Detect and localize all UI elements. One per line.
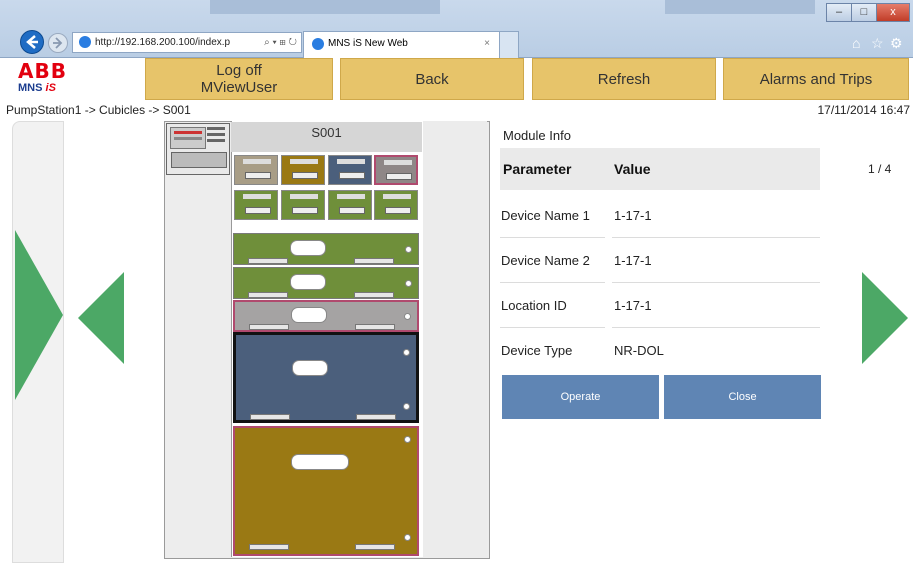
back-button[interactable]: Back [340,58,524,100]
logoff-label: Log off [216,62,262,79]
browser-forward-button[interactable] [48,33,68,53]
operate-button[interactable]: Operate [502,375,659,419]
alarms-and-trips-button[interactable]: Alarms and Trips [723,58,909,100]
browser-back-button[interactable] [20,30,44,54]
address-tools[interactable]: ⌕ ▾ ⊞ ↻ [264,33,297,52]
drawer-module[interactable] [233,233,419,265]
row-divider [612,282,820,283]
browser-chrome: http://192.168.200.100/index.p ⌕ ▾ ⊞ ↻ M… [0,0,913,58]
logoff-user: MViewUser [200,79,278,96]
new-tab-button[interactable] [499,31,519,58]
close-button[interactable]: Close [664,375,821,419]
taskbar-strip [665,0,815,14]
cubicle-title: S001 [231,122,422,152]
home-icon[interactable]: ⌂ [852,35,860,51]
page-indicator: 1 / 4 [868,162,892,176]
address-bar[interactable]: http://192.168.200.100/index.p ⌕ ▾ ⊞ ↻ [72,32,302,53]
row-divider [612,327,820,328]
product-logo: MNS iS [18,81,78,95]
module-tile[interactable] [234,190,278,220]
param-name: Device Name 1 [501,208,590,223]
back-arrow-icon [26,35,38,49]
controller-io [171,152,227,168]
controller-unit[interactable] [166,123,230,175]
param-name: Device Name 2 [501,253,590,268]
param-name: Location ID [501,298,567,313]
param-value: 1-17-1 [614,208,652,223]
module-tile[interactable] [281,190,325,220]
timestamp: 17/11/2014 16:47 [817,103,910,117]
column-header-value: Value [614,161,651,177]
drawer-module[interactable] [233,300,419,332]
favorites-icon[interactable]: ☆ [871,35,884,52]
module-tile[interactable] [328,155,372,185]
module-tile[interactable] [328,190,372,220]
drawer-module[interactable] [233,426,419,556]
drawer-module[interactable] [233,267,419,299]
module-tile[interactable] [374,155,418,185]
module-tile[interactable] [281,155,325,185]
param-value: NR-DOL [614,343,664,358]
param-value: 1-17-1 [614,298,652,313]
abb-logo: ABB MNS iS [18,61,78,101]
refresh-button[interactable]: Refresh [532,58,716,100]
forward-arrow-icon [53,37,63,49]
row-divider [500,327,605,328]
param-value: 1-17-1 [614,253,652,268]
taskbar-strip [210,0,440,14]
minimize-button[interactable]: ‒ [826,3,852,22]
row-divider [612,237,820,238]
module-tile[interactable] [374,190,418,220]
tab-title: MNS iS New Web [328,38,408,49]
logoff-button[interactable]: Log off MViewUser [145,58,333,100]
window-close-button[interactable]: x [876,3,910,22]
controller-ports [207,127,225,147]
prev-page-arrow-icon[interactable] [78,272,124,364]
url-text: http://192.168.200.100/index.p [95,37,231,48]
drawer-module-selected[interactable] [233,332,419,423]
product-main: MNS [18,82,43,94]
param-name: Device Type [501,343,573,358]
cubicle-side [423,121,487,557]
controller-display [170,127,206,149]
breadcrumb: PumpStation1 -> Cubicles -> S001 [6,103,191,117]
settings-icon[interactable]: ⚙ [890,35,903,52]
module-info-title: Module Info [503,128,571,143]
browser-tab[interactable]: MNS iS New Web × [303,31,501,58]
abb-text: ABB [18,59,67,83]
module-tile[interactable] [234,155,278,185]
row-divider [500,237,605,238]
ie-icon [79,36,91,48]
tab-close-icon[interactable]: × [484,32,490,56]
row-divider [500,282,605,283]
next-page-arrow-icon[interactable] [862,272,908,364]
maximize-button[interactable]: □ [851,3,877,22]
product-suffix: iS [45,82,56,94]
prev-cubicle-arrow-icon[interactable] [15,230,65,400]
column-header-parameter: Parameter [503,161,572,177]
ie-icon [312,38,324,50]
